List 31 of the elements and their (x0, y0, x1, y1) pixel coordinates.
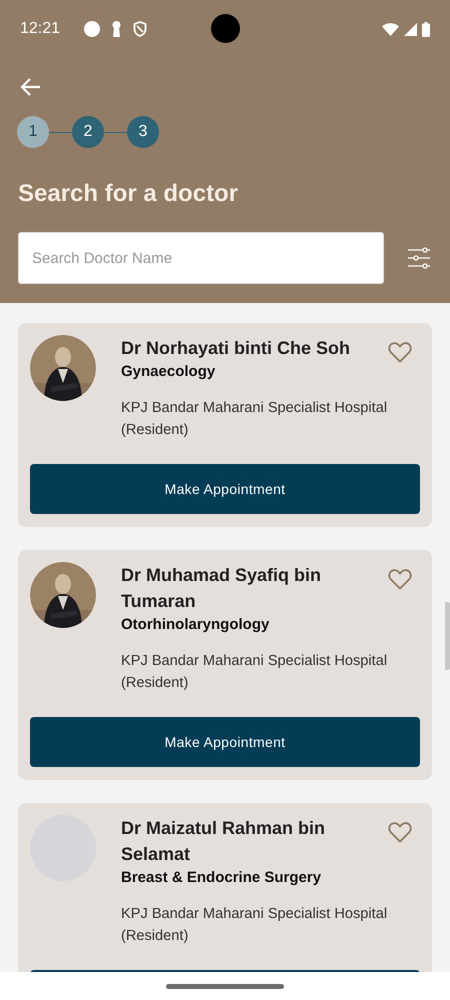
heart-icon[interactable] (388, 341, 412, 363)
appointment-button[interactable]: Make Appointment (30, 464, 420, 514)
signal-icon (404, 22, 417, 36)
doctor-specialty: Otorhinolaryngology (121, 615, 270, 635)
page-title: Search for a doctor (18, 179, 240, 209)
doctor-name: Dr Maizatul Rahman bin Selamat (121, 817, 326, 866)
wifi-icon (382, 22, 399, 36)
hospital-name: KPJ Bandar Maharani Specialist Hospital (Resident) (121, 399, 388, 440)
back-button[interactable] (20, 76, 42, 98)
heart-icon[interactable] (388, 568, 412, 590)
doctor-name: Dr Norhayati binti Che Soh (121, 337, 352, 360)
home-indicator[interactable] (166, 984, 284, 988)
battery-icon (422, 22, 430, 36)
doctor-specialty: Breast & Endocrine Surgery (121, 868, 322, 888)
doctor-name: Dr Muhamad Syafiq bin Tumaran (121, 564, 322, 613)
hospital-name: KPJ Bandar Maharani Specialist Hospital (Resident) (121, 905, 388, 946)
camera-cutout (211, 14, 240, 43)
search-field[interactable]: Search Doctor Name (18, 232, 384, 284)
heart-icon[interactable] (388, 821, 412, 843)
appointment-button[interactable]: Make Appointment (30, 717, 420, 767)
scrollbar[interactable] (445, 602, 450, 670)
filter-button[interactable] (407, 246, 431, 270)
step-indicator: 2 (72, 116, 104, 148)
doctor-specialty: Gynaecology (121, 362, 216, 382)
step-indicator: 1 (17, 116, 49, 148)
notification-dot-icon (84, 21, 100, 37)
keyhole-icon (112, 21, 122, 37)
hospital-name: KPJ Bandar Maharani Specialist Hospital (Resident) (121, 652, 388, 693)
shield-icon (133, 21, 148, 37)
clock: 12:21 (20, 20, 60, 38)
step-indicator: 3 (127, 116, 159, 148)
